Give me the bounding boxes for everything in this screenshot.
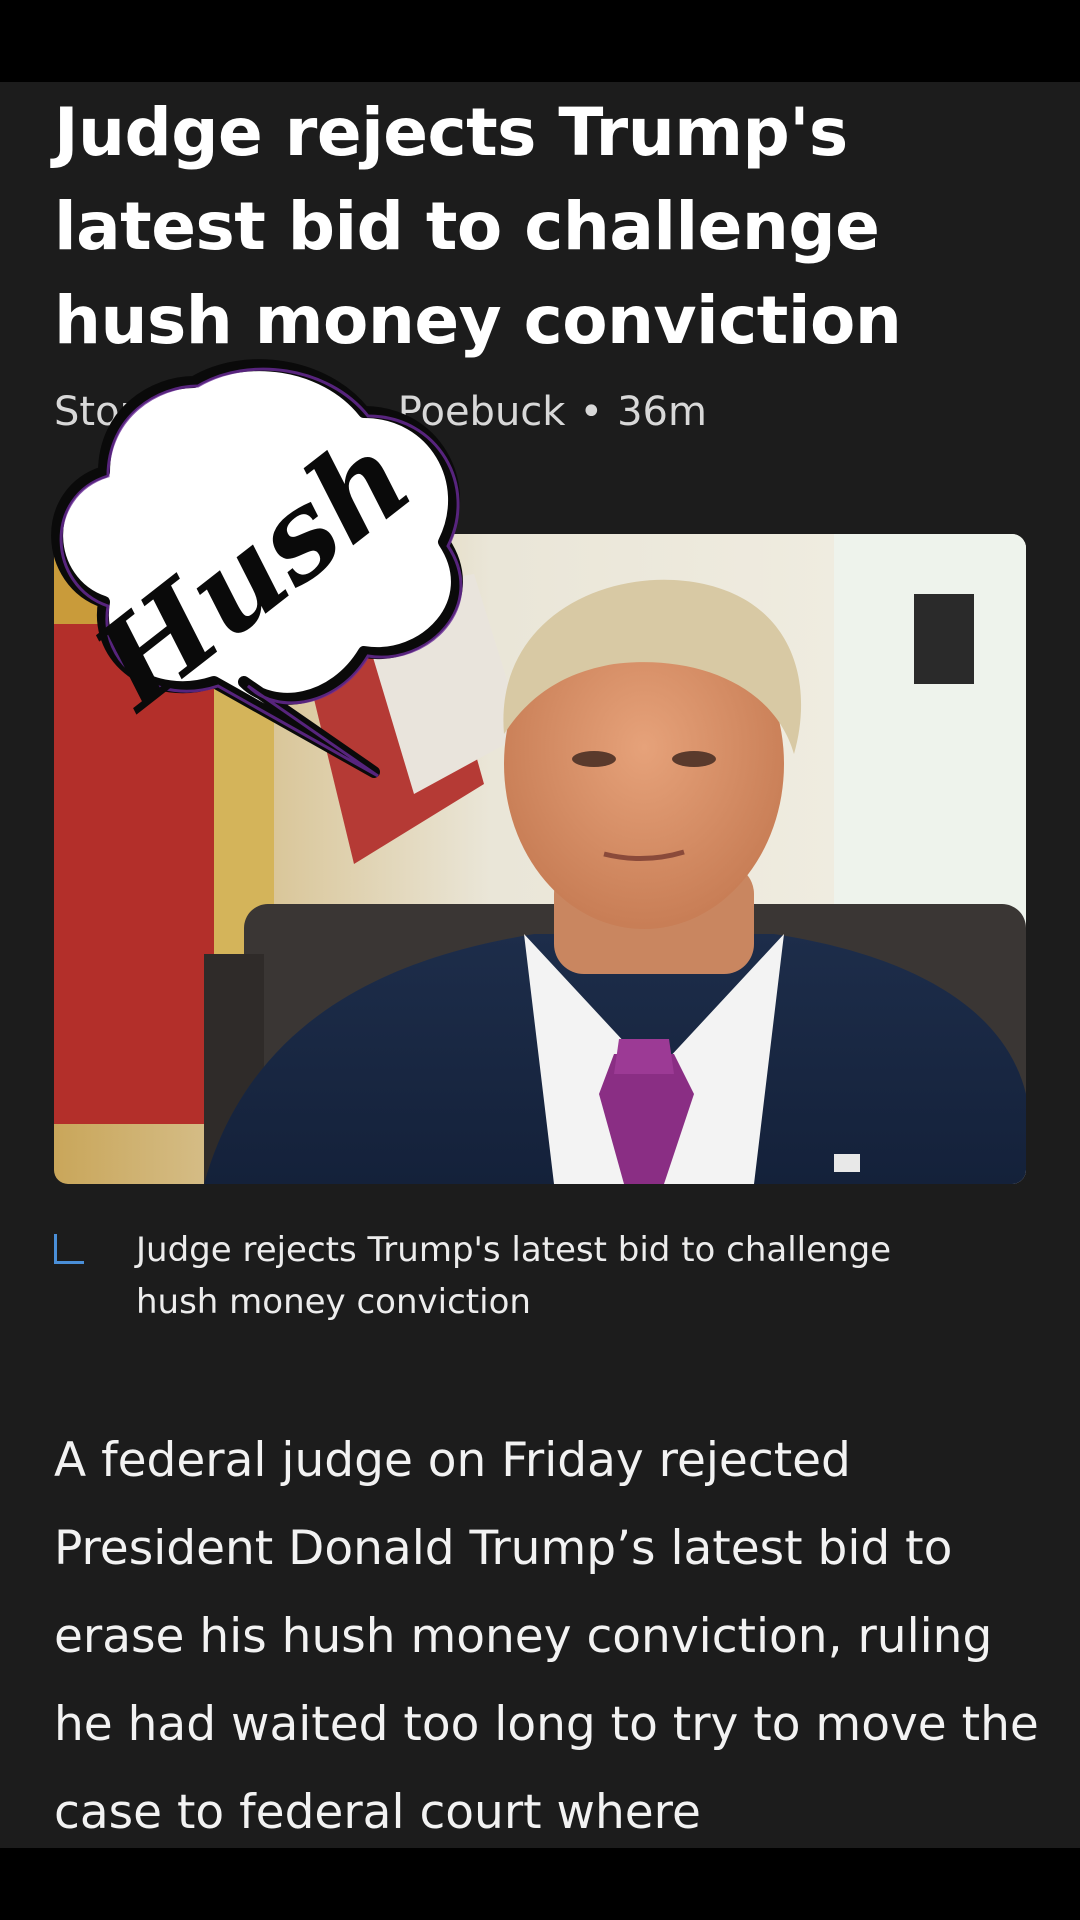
- caption-text: Judge rejects Trump's latest bid to chal…: [136, 1230, 892, 1322]
- byline-time: 36m: [617, 389, 707, 435]
- navigation-bar: [0, 1848, 1080, 1920]
- byline-separator: •: [579, 389, 604, 435]
- corner-bracket-icon: [54, 1234, 84, 1264]
- status-bar: [0, 0, 1080, 82]
- article-body: A federal judge on Friday rejected Presi…: [54, 1433, 1039, 1840]
- article-headline: Judge rejects Trump's latest bid to chal…: [54, 94, 902, 359]
- hush-sticker: Hush: [51, 359, 463, 778]
- article-view[interactable]: Judge rejects Trump's latest bid to chal…: [0, 82, 1080, 1848]
